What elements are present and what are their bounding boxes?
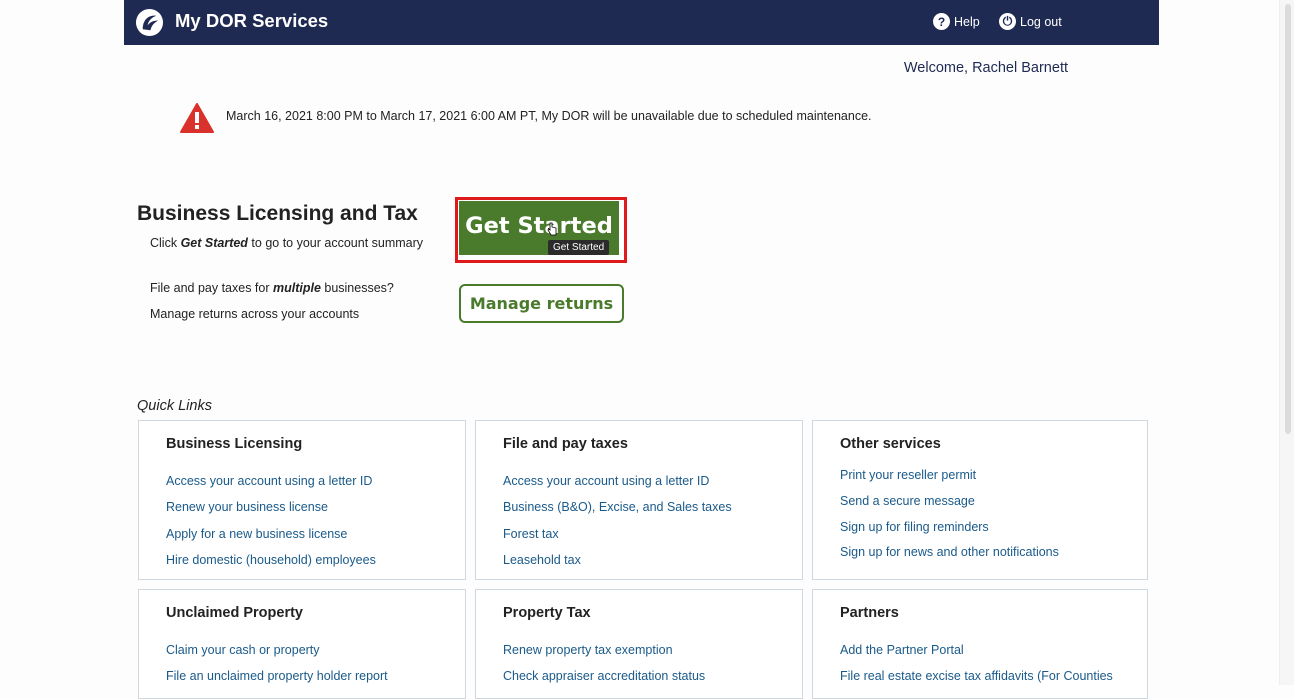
get-started-instructions: Click Get Started to go to your account … (150, 236, 424, 250)
card-title: Other services (840, 436, 941, 452)
logout-link[interactable]: ⏻ Log out (999, 13, 1062, 30)
quick-link[interactable]: Leasehold tax (503, 553, 581, 567)
quick-link[interactable]: File real estate excise tax affidavits (… (840, 669, 1113, 683)
quick-links-card: Other services Print your reseller permit… (812, 420, 1148, 580)
help-icon: ? (933, 13, 950, 30)
hand-cursor-icon (547, 222, 557, 236)
section-title: Business Licensing and Tax (137, 202, 418, 225)
quick-links-card: Unclaimed Property Claim your cash or pro… (138, 589, 466, 699)
card-title: Unclaimed Property (166, 605, 303, 621)
card-title: Property Tax (503, 605, 591, 621)
warning-icon (180, 103, 214, 133)
manage-returns-description: Manage returns across your accounts (150, 307, 360, 321)
welcome-message: Welcome, Rachel Barnett (903, 60, 1068, 76)
quick-link[interactable]: Sign up for filing reminders (840, 520, 989, 534)
top-bar: My DOR Services ? Help ⏻ Log out (124, 0, 1159, 45)
quick-links-card: File and pay taxes Access your account us… (475, 420, 803, 580)
logout-label: Log out (1020, 14, 1062, 29)
quick-link[interactable]: Renew property tax exemption (503, 643, 673, 657)
quick-links-card: Business Licensing Access your account us… (138, 420, 466, 580)
quick-link[interactable]: Send a secure message (840, 494, 975, 508)
app-title[interactable]: My DOR Services (175, 10, 328, 32)
quick-links-heading: Quick Links (137, 398, 212, 414)
maintenance-alert-text: March 16, 2021 8:00 PM to March 17, 2021… (226, 109, 872, 123)
quick-links-card: Partners Add the Partner Portal File real … (812, 589, 1148, 699)
scrollbar[interactable] (1279, 0, 1294, 685)
quick-link[interactable]: Hire domestic (household) employees (166, 553, 376, 567)
card-title: Business Licensing (166, 436, 303, 452)
quick-link[interactable]: Print your reseller permit (840, 468, 976, 482)
manage-returns-button[interactable]: Manage returns (459, 284, 624, 323)
quick-link[interactable]: Access your account using a letter ID (166, 474, 372, 488)
quick-link[interactable]: File an unclaimed property holder report (166, 669, 388, 683)
quick-link[interactable]: Claim your cash or property (166, 643, 320, 657)
get-started-tooltip: Get Started (548, 240, 610, 255)
logout-icon: ⏻ (999, 13, 1016, 30)
help-label: Help (954, 14, 980, 29)
card-title: File and pay taxes (503, 436, 628, 452)
quick-link[interactable]: Renew your business license (166, 500, 328, 514)
quick-link[interactable]: Apply for a new business license (166, 527, 347, 541)
quick-link[interactable]: Business (B&O), Excise, and Sales taxes (503, 500, 732, 514)
help-link[interactable]: ? Help (933, 13, 980, 30)
dor-logo-icon[interactable] (135, 8, 164, 37)
quick-links-card: Property Tax Renew property tax exemption… (475, 589, 803, 699)
scrollbar-thumb[interactable] (1285, 4, 1291, 434)
quick-link[interactable]: Add the Partner Portal (840, 643, 964, 657)
quick-link[interactable]: Access your account using a letter ID (503, 474, 709, 488)
quick-link[interactable]: Check appraiser accreditation status (503, 669, 705, 683)
quick-link[interactable]: Forest tax (503, 527, 559, 541)
multiple-businesses-question: File and pay taxes for multiple business… (150, 281, 394, 295)
quick-link[interactable]: Sign up for news and other notifications (840, 545, 1059, 559)
card-title: Partners (840, 605, 899, 621)
